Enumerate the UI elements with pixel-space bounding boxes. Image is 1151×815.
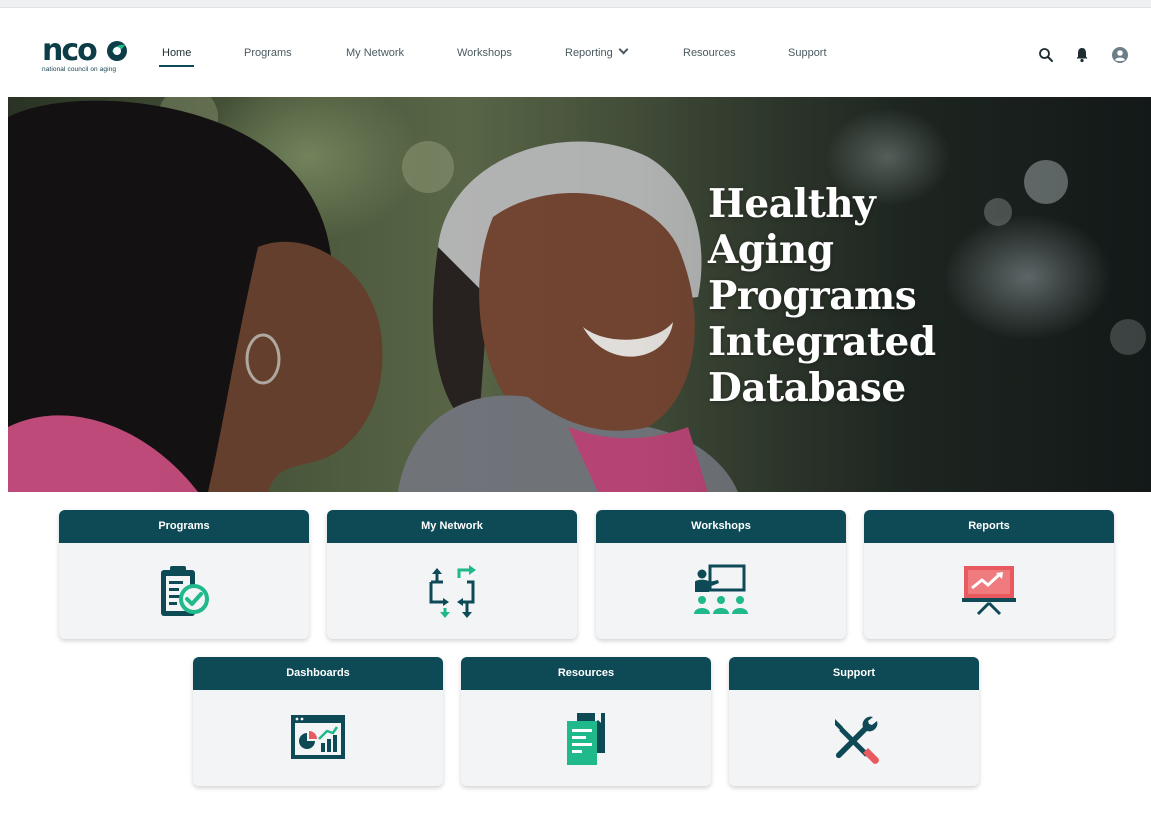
tile-workshops[interactable]: Workshops (596, 510, 846, 639)
nav-programs[interactable]: Programs (244, 46, 292, 72)
search-icon[interactable] (1037, 46, 1055, 64)
nav-home[interactable]: Home (158, 46, 195, 72)
documents-icon (567, 713, 605, 765)
hero-title: Healthy Aging Programs Integrated Databa… (708, 181, 936, 411)
nav-reporting[interactable]: Reporting (565, 44, 629, 72)
hero-banner: Healthy Aging Programs Integrated Databa… (8, 97, 1151, 492)
nav-resources[interactable]: Resources (683, 46, 736, 72)
logo-wordmark: nco (42, 33, 98, 68)
nav-workshops[interactable]: Workshops (457, 46, 512, 72)
tile-title: Support (729, 657, 979, 690)
dashboard-window-icon (291, 715, 345, 759)
tile-programs[interactable]: Programs (59, 510, 309, 639)
nav-my-network[interactable]: My Network (346, 46, 404, 72)
presentation-group-icon (694, 564, 748, 614)
tile-title: My Network (327, 510, 577, 543)
logo-subtitle: national council on aging (42, 66, 117, 73)
tile-title: Dashboards (193, 657, 443, 690)
tile-title: Reports (864, 510, 1114, 543)
tile-title: Programs (59, 510, 309, 543)
network-arrows-icon (429, 565, 476, 618)
user-avatar-icon[interactable] (1111, 46, 1129, 64)
bell-icon[interactable] (1073, 46, 1091, 64)
tile-resources[interactable]: Resources (461, 657, 711, 786)
chart-board-icon (962, 566, 1016, 616)
nco-logo[interactable]: nco national council on aging (42, 33, 134, 78)
tile-support[interactable]: Support (729, 657, 979, 786)
tools-icon (835, 716, 879, 764)
tile-dashboards[interactable]: Dashboards (193, 657, 443, 786)
tile-reports[interactable]: Reports (864, 510, 1114, 639)
nav-support[interactable]: Support (788, 46, 827, 72)
chevron-down-icon (618, 44, 629, 55)
browser-top-strip (0, 0, 1151, 8)
tile-title: Workshops (596, 510, 846, 543)
leaf-mark-icon (107, 41, 127, 61)
tile-title: Resources (461, 657, 711, 690)
tile-my-network[interactable]: My Network (327, 510, 577, 639)
clipboard-check-icon (161, 566, 209, 616)
site-header: nco national council on aging Home Progr… (8, 8, 1151, 97)
